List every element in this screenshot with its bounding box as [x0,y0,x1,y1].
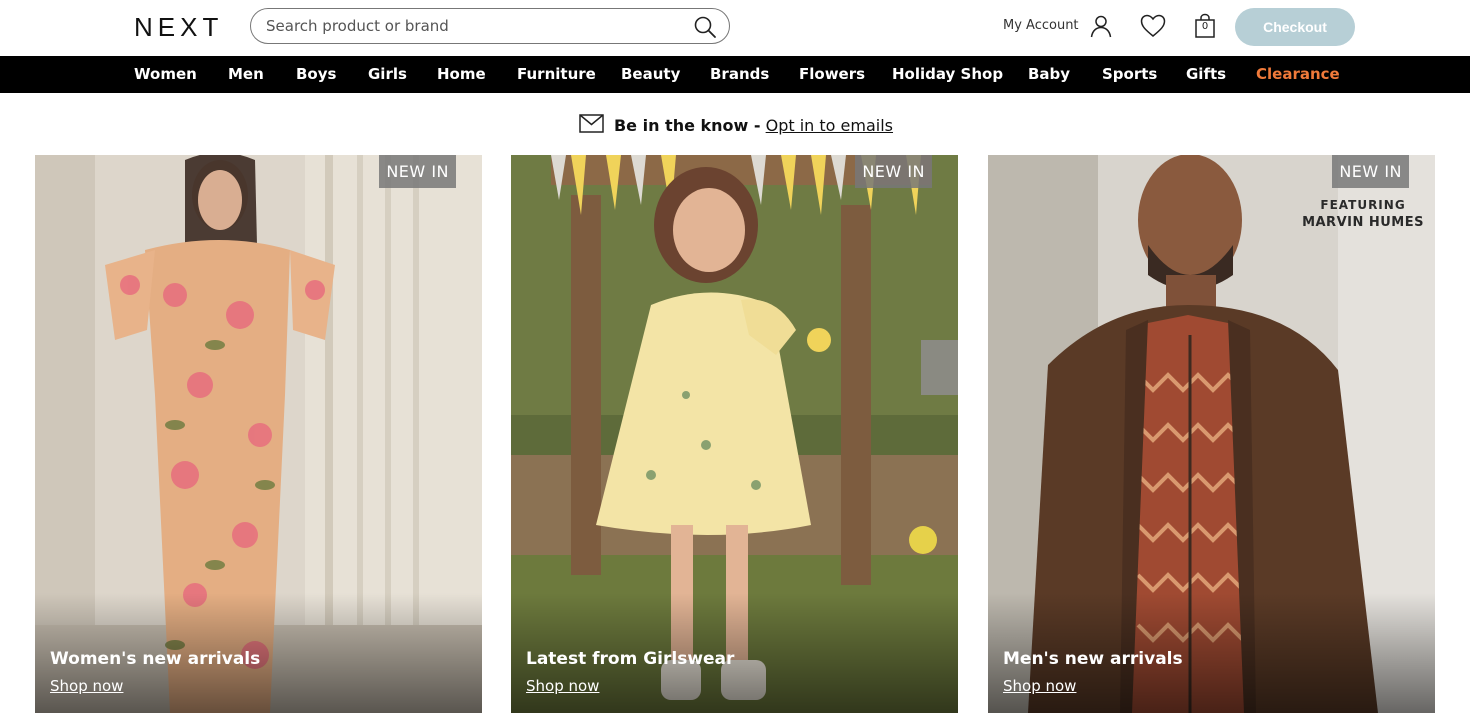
tile-title: Women's new arrivals [50,649,261,669]
nav-item-girls[interactable]: Girls [368,65,407,83]
featuring-caption: FEATURING MARVIN HUMES [1302,197,1424,231]
tile-title: Men's new arrivals [1003,649,1183,669]
bag-count: 0 [1201,21,1209,32]
nav-item-clearance[interactable]: Clearance [1256,65,1340,83]
new-in-badge: NEW IN [1332,155,1409,188]
new-in-badge: NEW IN [379,155,456,188]
new-in-badge: NEW IN [855,155,932,188]
email-promo-banner: Be in the know - Opt in to emails [0,113,1470,137]
next-logo[interactable]: NEXT [134,12,223,43]
nav-item-baby[interactable]: Baby [1028,65,1070,83]
nav-item-gifts[interactable]: Gifts [1186,65,1226,83]
nav-item-beauty[interactable]: Beauty [621,65,680,83]
nav-item-brands[interactable]: Brands [710,65,769,83]
promo-text: Be in the know - [613,115,761,135]
nav-item-flowers[interactable]: Flowers [799,65,865,83]
checkout-button[interactable]: Checkout [1235,8,1355,46]
search-icon[interactable] [693,15,717,39]
nav-item-men[interactable]: Men [228,65,264,83]
featured-person-name: MARVIN HUMES [1302,215,1424,230]
featuring-label: FEATURING [1320,198,1406,212]
shop-now-link[interactable]: Shop now [526,677,599,695]
search-bar[interactable] [250,8,730,44]
mens-new-arrivals-tile[interactable]: NEW IN FEATURING MARVIN HUMES Men's new … [988,155,1435,713]
opt-in-emails-link[interactable]: Opt in to emails [766,116,893,135]
tile-title: Latest from Girlswear [526,649,735,669]
nav-item-holiday-shop[interactable]: Holiday Shop [892,65,1003,83]
user-icon[interactable] [1088,13,1114,39]
shop-now-link[interactable]: Shop now [1003,677,1076,695]
nav-item-women[interactable]: Women [134,65,197,83]
envelope-icon [579,113,604,137]
shopping-bag-icon[interactable]: 0 [1192,13,1218,39]
search-input[interactable] [266,17,686,35]
main-navigation: Women Men Boys Girls Home Furniture Beau… [0,56,1470,93]
favourites-heart-icon[interactable] [1140,13,1166,39]
site-header: NEXT My Account 0 Checkout [0,0,1470,56]
my-account-link[interactable]: My Account [1003,18,1079,33]
nav-item-sports[interactable]: Sports [1102,65,1157,83]
nav-item-furniture[interactable]: Furniture [517,65,596,83]
nav-item-home[interactable]: Home [437,65,486,83]
girlswear-tile[interactable]: NEW IN Latest from Girlswear Shop now [511,155,958,713]
shop-now-link[interactable]: Shop now [50,677,123,695]
womens-new-arrivals-tile[interactable]: NEW IN Women's new arrivals Shop now [35,155,482,713]
nav-item-boys[interactable]: Boys [296,65,336,83]
